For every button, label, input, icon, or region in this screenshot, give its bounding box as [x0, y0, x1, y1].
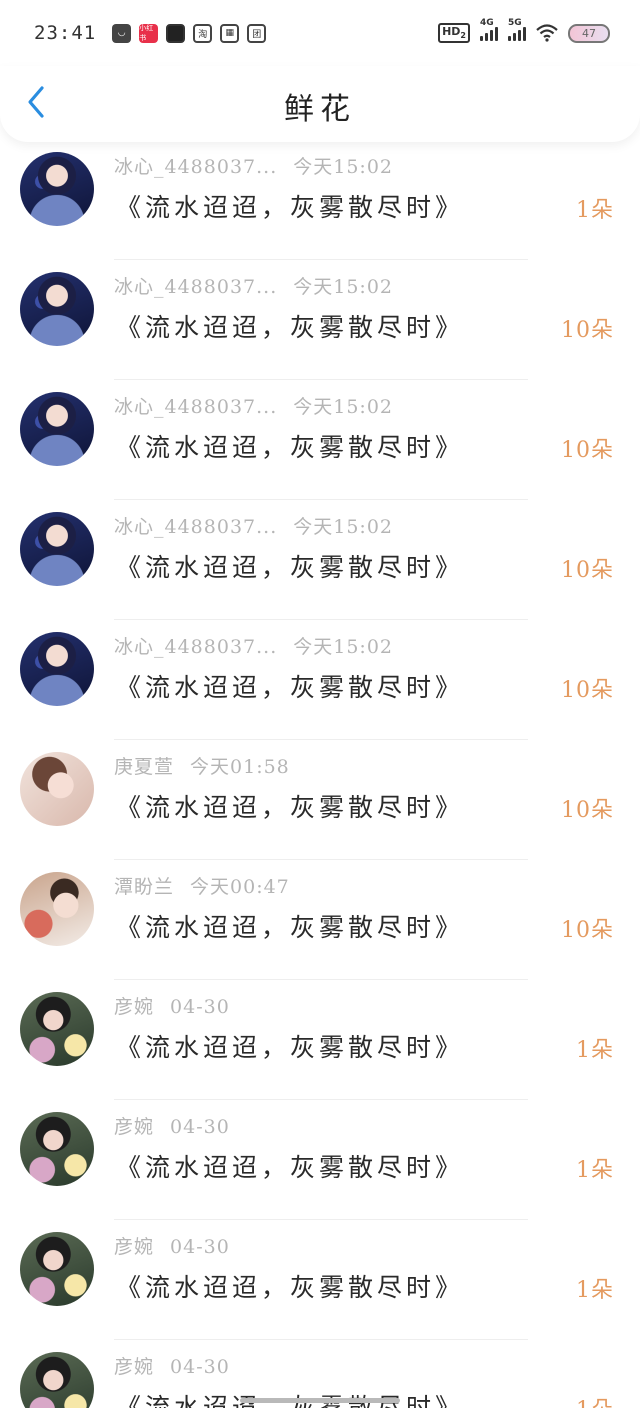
- signal-5g-label: 5G: [508, 18, 522, 28]
- sender-name[interactable]: 冰心_4488037...: [114, 272, 277, 299]
- sender-name[interactable]: 彦婉: [114, 1352, 154, 1379]
- gift-count: 1朵: [576, 1278, 614, 1303]
- gift-count: 10朵: [561, 558, 614, 583]
- sender-name[interactable]: 冰心_4488037...: [114, 152, 277, 179]
- gift-count: 1朵: [576, 198, 614, 223]
- row-meta: 彦婉 04-30: [114, 992, 230, 1019]
- gallery-app-icon: ▦: [220, 23, 240, 43]
- avatar[interactable]: [20, 872, 94, 946]
- gift-row[interactable]: 彦婉 04-30 《流水迢迢，灰雾散尽时》 1朵: [0, 1100, 640, 1220]
- row-meta: 冰心_4488037... 今天15:02: [114, 512, 393, 539]
- xiaohongshu-app-icon: 小红书: [139, 23, 159, 43]
- send-time: 04-30: [170, 1116, 230, 1138]
- gift-message: 《流水迢迢，灰雾散尽时》: [116, 1033, 465, 1062]
- status-left: 23:41 ◡ 小红书 淘 ▦ 团: [34, 22, 267, 44]
- avatar[interactable]: [20, 272, 94, 346]
- gift-row[interactable]: 彦婉 04-30 《流水迢迢，灰雾散尽时》 1朵: [0, 980, 640, 1100]
- send-time: 今天15:02: [293, 396, 394, 418]
- sender-name[interactable]: 庚夏萱: [114, 752, 174, 779]
- gift-row[interactable]: 冰心_4488037... 今天15:02 《流水迢迢，灰雾散尽时》 10朵: [0, 620, 640, 740]
- battery-level: 47: [582, 26, 596, 40]
- gift-row[interactable]: 冰心_4488037... 今天15:02 《流水迢迢，灰雾散尽时》 1朵: [0, 140, 640, 260]
- row-meta: 庚夏萱 今天01:58: [114, 752, 290, 779]
- meituan-app-icon: 团: [247, 23, 267, 43]
- row-meta: 冰心_4488037... 今天15:02: [114, 152, 393, 179]
- battery-icon: 47: [568, 23, 610, 43]
- home-indicator[interactable]: [240, 1398, 400, 1403]
- row-meta: 潭盼兰 今天00:47: [114, 872, 290, 899]
- sender-name[interactable]: 冰心_4488037...: [114, 632, 277, 659]
- gift-message: 《流水迢迢，灰雾散尽时》: [116, 193, 465, 222]
- signal-4g-icon: 4G: [480, 18, 498, 41]
- gift-count: 1朵: [576, 1158, 614, 1183]
- avatar[interactable]: [20, 632, 94, 706]
- avatar[interactable]: [20, 752, 94, 826]
- gift-count: 10朵: [561, 918, 614, 943]
- gift-row[interactable]: 冰心_4488037... 今天15:02 《流水迢迢，灰雾散尽时》 10朵: [0, 260, 640, 380]
- row-meta: 彦婉 04-30: [114, 1352, 230, 1379]
- row-meta: 彦婉 04-30: [114, 1232, 230, 1259]
- gift-count: 10朵: [561, 438, 614, 463]
- status-time: 23:41: [34, 22, 97, 44]
- gift-count: 10朵: [561, 678, 614, 703]
- avatar[interactable]: [20, 152, 94, 226]
- avatar[interactable]: [20, 992, 94, 1066]
- avatar[interactable]: [20, 1112, 94, 1186]
- gift-count: 1朵: [576, 1392, 614, 1408]
- status-bar: 23:41 ◡ 小红书 淘 ▦ 团 HD2 4G 5G 47: [0, 0, 640, 66]
- gift-list: 冰心_4488037... 今天15:02 《流水迢迢，灰雾散尽时》 1朵 冰心…: [0, 140, 640, 1408]
- gift-row[interactable]: 冰心_4488037... 今天15:02 《流水迢迢，灰雾散尽时》 10朵: [0, 380, 640, 500]
- signal-4g-label: 4G: [480, 18, 494, 28]
- sender-name[interactable]: 潭盼兰: [114, 872, 174, 899]
- header: 鲜花: [0, 66, 640, 142]
- hd-voice-icon: HD2: [438, 23, 470, 43]
- avatar[interactable]: [20, 392, 94, 466]
- send-time: 今天15:02: [293, 276, 394, 298]
- gift-count: 10朵: [561, 318, 614, 343]
- sender-name[interactable]: 彦婉: [114, 992, 154, 1019]
- gift-row[interactable]: 潭盼兰 今天00:47 《流水迢迢，灰雾散尽时》 10朵: [0, 860, 640, 980]
- gift-message: 《流水迢迢，灰雾散尽时》: [116, 1273, 465, 1302]
- send-time: 04-30: [170, 996, 230, 1018]
- gift-message: 《流水迢迢，灰雾散尽时》: [116, 313, 465, 342]
- send-time: 今天15:02: [293, 516, 394, 538]
- gift-row[interactable]: 庚夏萱 今天01:58 《流水迢迢，灰雾散尽时》 10朵: [0, 740, 640, 860]
- sender-name[interactable]: 冰心_4488037...: [114, 512, 277, 539]
- gift-count: 1朵: [576, 1038, 614, 1063]
- sender-name[interactable]: 彦婉: [114, 1112, 154, 1139]
- avatar[interactable]: [20, 512, 94, 586]
- row-meta: 冰心_4488037... 今天15:02: [114, 392, 393, 419]
- page-title: 鲜花: [284, 92, 356, 127]
- send-time: 今天00:47: [190, 876, 290, 898]
- sender-name[interactable]: 冰心_4488037...: [114, 392, 277, 419]
- signal-5g-icon: 5G: [508, 18, 526, 41]
- avatar[interactable]: [20, 1232, 94, 1306]
- send-time: 今天15:02: [293, 636, 394, 658]
- row-meta: 冰心_4488037... 今天15:02: [114, 272, 393, 299]
- status-right: HD2 4G 5G 47: [438, 18, 610, 43]
- taobao-app-icon: 淘: [193, 23, 213, 43]
- hd-sub: 2: [460, 31, 466, 41]
- gift-message: 《流水迢迢，灰雾散尽时》: [116, 433, 465, 462]
- send-time: 今天15:02: [293, 156, 394, 178]
- gift-message: 《流水迢迢，灰雾散尽时》: [116, 913, 465, 942]
- hd-label: HD: [442, 25, 461, 39]
- gift-message: 《流水迢迢，灰雾散尽时》: [116, 793, 465, 822]
- send-time: 今天01:58: [190, 756, 290, 778]
- gift-row[interactable]: 彦婉 04-30 《流水迢迢，灰雾散尽时》 1朵: [0, 1220, 640, 1340]
- gift-message: 《流水迢迢，灰雾散尽时》: [116, 1153, 465, 1182]
- gift-message: 《流水迢迢，灰雾散尽时》: [116, 553, 465, 582]
- gift-count: 10朵: [561, 798, 614, 823]
- send-time: 04-30: [170, 1356, 230, 1378]
- gift-message: 《流水迢迢，灰雾散尽时》: [116, 673, 465, 702]
- sender-name[interactable]: 彦婉: [114, 1232, 154, 1259]
- send-time: 04-30: [170, 1236, 230, 1258]
- row-meta: 彦婉 04-30: [114, 1112, 230, 1139]
- row-meta: 冰心_4488037... 今天15:02: [114, 632, 393, 659]
- avatar[interactable]: [20, 1352, 94, 1408]
- wifi-icon: [536, 24, 558, 42]
- headset-app-icon: ◡: [112, 23, 132, 43]
- gift-row[interactable]: 冰心_4488037... 今天15:02 《流水迢迢，灰雾散尽时》 10朵: [0, 500, 640, 620]
- tv-app-icon: [166, 23, 186, 43]
